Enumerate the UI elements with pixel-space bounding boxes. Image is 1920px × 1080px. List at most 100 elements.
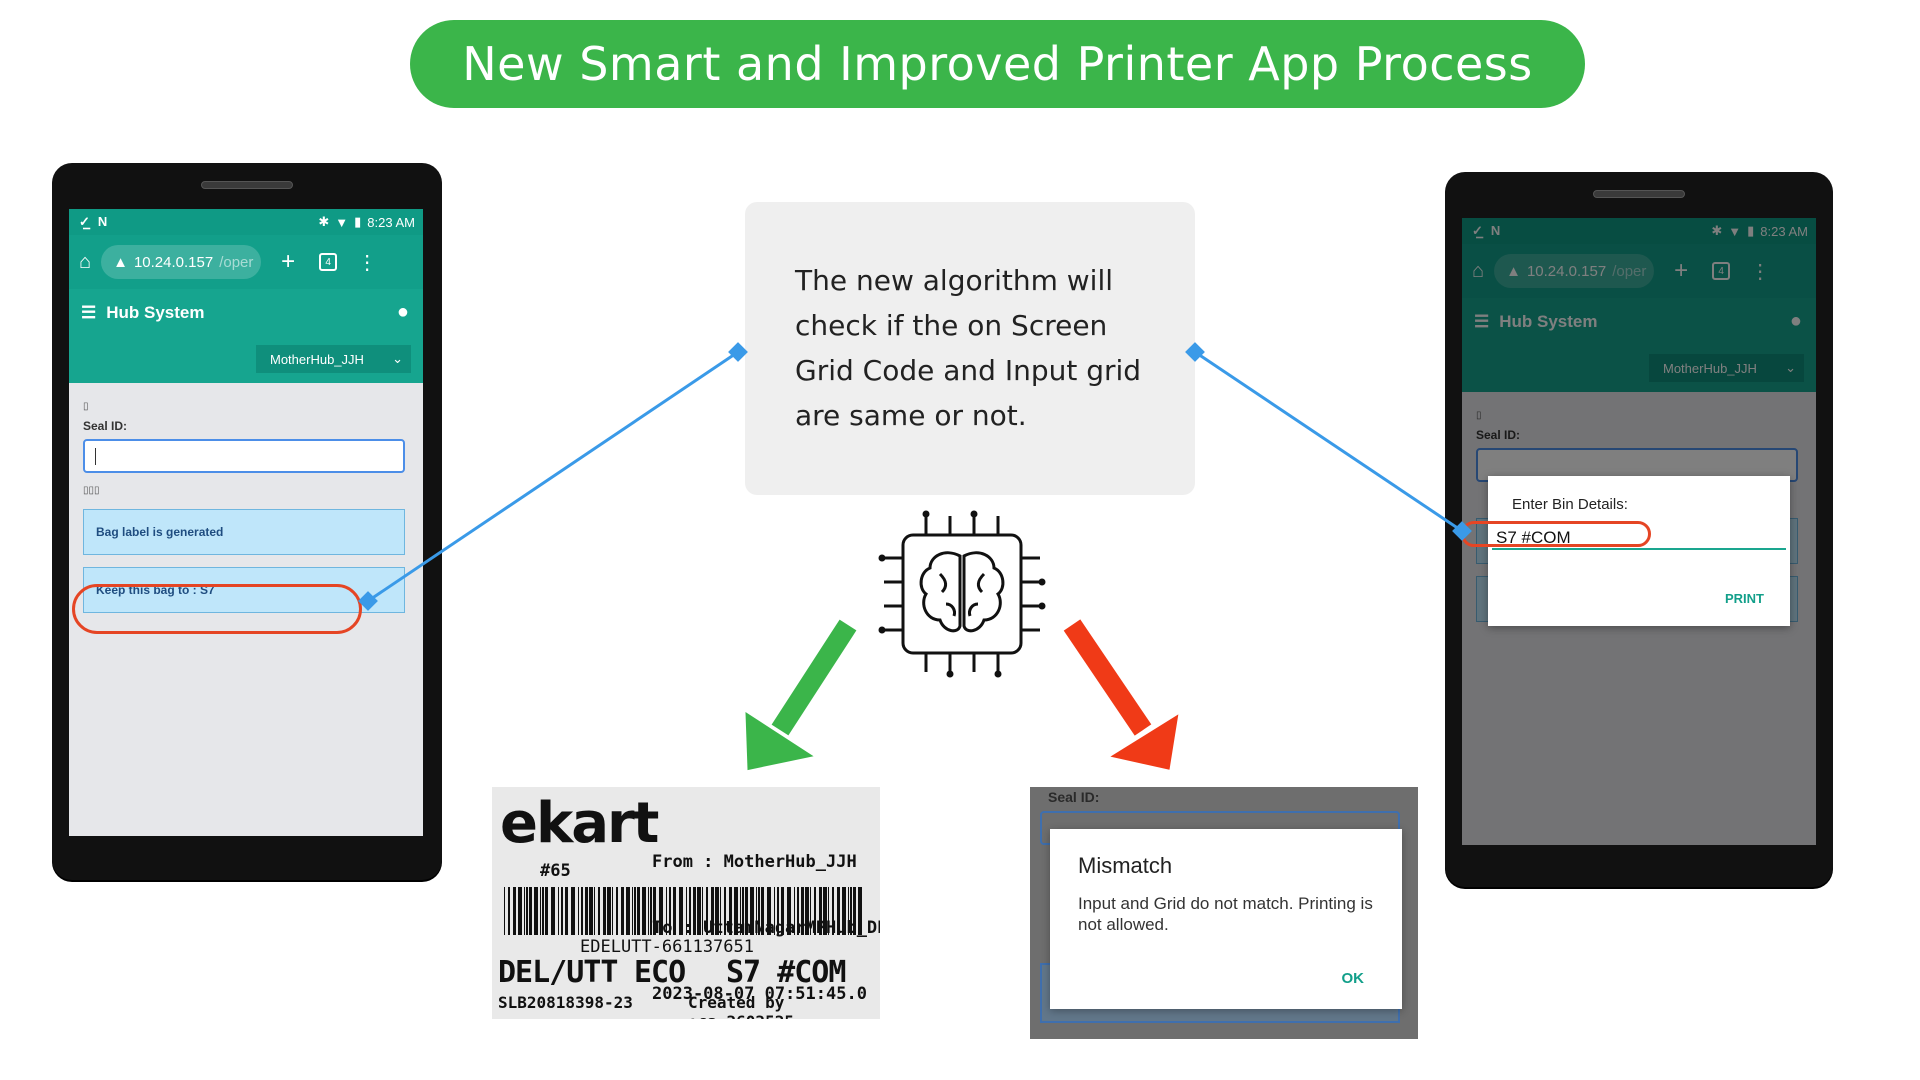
barcode-bar	[621, 887, 624, 935]
wifi-icon: ▼	[335, 214, 349, 230]
barcode-bar	[810, 887, 811, 935]
barcode-bar	[848, 887, 849, 935]
enter-bin-dialog: Enter Bin Details: S7 #COM PRINT	[1488, 476, 1790, 626]
barcode-bar	[801, 887, 804, 935]
barcode-bar	[648, 887, 649, 935]
battery-icon: ▮	[354, 214, 362, 229]
barcode-bar	[842, 887, 846, 935]
url-host: 10.24.0.157	[133, 253, 214, 271]
barcode-bar	[524, 887, 525, 935]
barcode-bar	[561, 887, 563, 935]
barcode-bar	[742, 887, 744, 935]
barcode-bar	[720, 887, 721, 935]
algorithm-info-box: The new algorithm will check if the on S…	[745, 202, 1195, 495]
hub-select-value: MotherHub_JJH	[270, 351, 364, 367]
label-created-by: Created by :ca.2602525	[688, 993, 794, 1019]
warning-icon: ▲	[113, 253, 128, 271]
cross-arrow-icon	[1063, 619, 1179, 770]
barcode-bar	[508, 887, 510, 935]
phone-speaker	[1593, 190, 1685, 198]
barcode-bar	[734, 887, 738, 935]
barcode-bar	[642, 887, 646, 935]
barcode-bar	[745, 887, 748, 935]
hub-select[interactable]: MotherHub_JJH ⌄	[256, 345, 411, 373]
mismatch-dialog: Mismatch Input and Grid do not match. Pr…	[1050, 829, 1402, 1009]
barcode-bar	[571, 887, 575, 935]
mismatch-screenshot: Seal ID: Mismatch Input and Grid do not …	[1030, 787, 1418, 1039]
seal-id-input[interactable]	[83, 439, 405, 473]
barcode-bar	[669, 887, 671, 935]
barcode-bar	[594, 887, 595, 935]
url-path: /oper	[219, 253, 254, 271]
barcode-bar	[551, 887, 555, 935]
right-connector	[1185, 342, 1472, 541]
label-route: DEL/UTT	[498, 955, 618, 990]
barcode-bar	[858, 887, 862, 935]
tab-switcher-icon[interactable]: 4	[319, 253, 338, 271]
ai-brain-chip-icon	[878, 510, 1046, 678]
bluetooth-icon: ✱	[318, 214, 330, 229]
barcode-bar	[729, 887, 732, 935]
phone-speaker	[201, 181, 293, 189]
left-phone: ✓̲ N ✱ ▼ ▮ 8:23 AM ⌂ ▲ 10.24.0.157/oper + 4 …	[52, 163, 442, 880]
barcode-bar	[666, 887, 667, 935]
barcode-bar	[832, 887, 834, 935]
label-bin: S7 #COM	[726, 955, 846, 990]
barcode-bar	[679, 887, 683, 935]
barcode-bar	[637, 887, 640, 935]
mismatch-title: Mismatch	[1078, 853, 1173, 878]
barcode-bar	[540, 887, 541, 935]
label-service: ECO	[634, 955, 686, 990]
app-title: Hub System	[106, 303, 205, 322]
barcode-bar	[513, 887, 516, 935]
keep-bag-highlight	[72, 584, 362, 634]
printed-shipping-label: ekart #65 From : MotherHub_JJH To : Utta…	[492, 787, 880, 1019]
browser-url-bar: ⌂ ▲ 10.24.0.157/oper + 4 ⋮	[69, 235, 423, 289]
missing-glyph: ▯	[83, 401, 89, 412]
barcode-bar	[837, 887, 840, 935]
barcode-bar	[823, 887, 827, 935]
barcode-bar	[715, 887, 719, 935]
check-arrow-icon	[745, 619, 857, 771]
barcode-bar	[545, 887, 548, 935]
barcode-bar	[828, 887, 829, 935]
n-status-icon: N	[97, 214, 108, 229]
seal-id-label: Seal ID:	[83, 419, 128, 433]
url-field[interactable]: ▲ 10.24.0.157/oper	[101, 245, 262, 279]
bag-label-generated-message: Bag label is generated	[83, 509, 405, 555]
status-bar: ✓̲ N ✱ ▼ ▮ 8:23 AM	[69, 209, 423, 235]
diagram-title-banner: New Smart and Improved Printer App Proce…	[410, 20, 1585, 108]
barcode-bar	[616, 887, 618, 935]
barcode-bar	[529, 887, 532, 935]
label-ref: SLB20818398-23	[498, 993, 633, 1012]
barcode-bar	[697, 887, 701, 935]
algorithm-info-text: The new algorithm will check if the on S…	[795, 264, 1142, 432]
barcode-bar	[781, 887, 784, 935]
barcode-bar	[673, 887, 676, 935]
barcode-bar	[585, 887, 588, 935]
menu-icon[interactable]: ☰	[81, 303, 96, 323]
barcode-bar	[797, 887, 799, 935]
bin-input-highlight	[1461, 521, 1651, 547]
app-header: ☰ Hub System ● MotherHub_JJH ⌄	[69, 289, 423, 383]
barcode-bar	[653, 887, 656, 935]
missing-glyph-row: ▯▯▯	[83, 485, 100, 496]
barcode-bar	[578, 887, 579, 935]
barcode-bar	[632, 887, 633, 935]
more-vert-icon[interactable]: ⋮	[357, 250, 377, 275]
ok-button[interactable]: OK	[1342, 970, 1365, 987]
label-from: From : MotherHub_JJH	[652, 852, 857, 872]
barcode-bar	[565, 887, 568, 935]
barcode-bar	[794, 887, 795, 935]
plus-icon[interactable]: +	[281, 248, 295, 276]
barcode-bar	[805, 887, 809, 935]
diagram-title: New Smart and Improved Printer App Proce…	[462, 37, 1533, 91]
check-status-icon: ✓̲	[79, 214, 90, 229]
barcode-bar	[819, 887, 822, 935]
account-icon[interactable]: ●	[397, 301, 409, 324]
barcode-bar	[598, 887, 600, 935]
print-button[interactable]: PRINT	[1725, 591, 1764, 606]
barcode-bar	[850, 887, 852, 935]
barcode-text: EDELUTT-661137651	[580, 937, 754, 957]
home-icon[interactable]: ⌂	[79, 251, 91, 274]
